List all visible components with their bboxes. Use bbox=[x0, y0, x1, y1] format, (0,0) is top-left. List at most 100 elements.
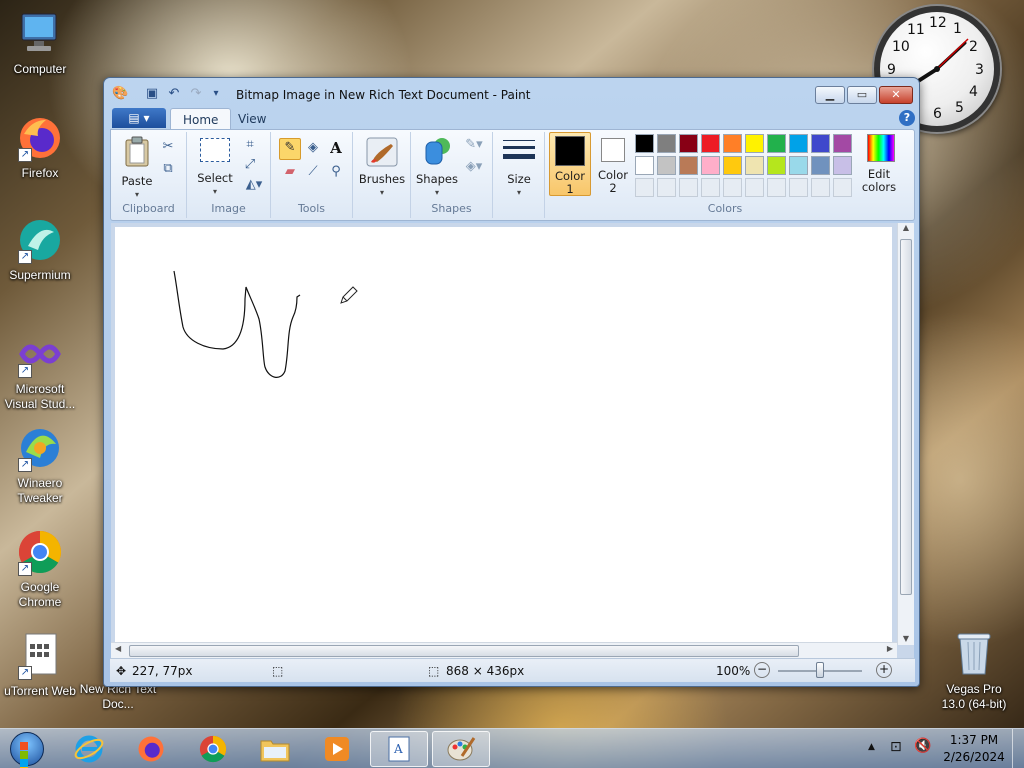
scroll-up-icon[interactable]: ▲ bbox=[898, 223, 914, 237]
palette-swatch[interactable] bbox=[767, 134, 786, 153]
outline-icon[interactable]: ✎▾ bbox=[461, 136, 487, 154]
paint-window[interactable]: 🎨 ▣ ↶ ↷ ▾ Bitmap Image in New Rich Text … bbox=[103, 77, 920, 687]
zoom-slider-thumb[interactable] bbox=[816, 662, 824, 678]
shapes-button[interactable]: Shapes ▾ bbox=[413, 136, 461, 199]
zoom-out-button[interactable]: − bbox=[754, 662, 770, 678]
drawing-canvas[interactable] bbox=[115, 227, 892, 645]
vertical-scrollbar[interactable]: ▲ ▼ bbox=[897, 223, 914, 645]
copy-icon[interactable]: ⧉ bbox=[159, 160, 177, 178]
network-icon[interactable]: ⊡ bbox=[890, 739, 902, 755]
palette-swatch[interactable] bbox=[635, 156, 654, 175]
vertical-scroll-thumb[interactable] bbox=[900, 239, 912, 595]
horizontal-scrollbar[interactable]: ◀ ▶ bbox=[111, 642, 897, 659]
tab-view[interactable]: View bbox=[226, 108, 278, 130]
clock-date[interactable]: 2/26/2024 bbox=[940, 750, 1008, 764]
taskbar-chrome[interactable] bbox=[184, 731, 242, 767]
redo-icon[interactable]: ↷ bbox=[188, 86, 204, 102]
resize-icon[interactable]: ⤢ bbox=[241, 156, 259, 174]
custom-color-slot[interactable] bbox=[635, 178, 654, 197]
clock-time[interactable]: 1:37 PM bbox=[944, 733, 1004, 747]
taskbar-wordpad[interactable]: A bbox=[370, 731, 428, 767]
paste-button[interactable]: Paste ▾ bbox=[117, 136, 157, 201]
magnifier-icon[interactable]: ⚲ bbox=[327, 163, 345, 181]
close-button[interactable]: ✕ bbox=[879, 86, 913, 104]
cut-icon[interactable]: ✂ bbox=[159, 138, 177, 156]
crop-icon[interactable]: ⌗ bbox=[241, 136, 259, 154]
palette-swatch[interactable] bbox=[657, 156, 676, 175]
color1-button[interactable]: Color 1 bbox=[549, 132, 591, 196]
palette-swatch[interactable] bbox=[833, 156, 852, 175]
color-picker-icon[interactable]: ⟋ bbox=[304, 163, 322, 181]
palette-swatch[interactable] bbox=[635, 134, 654, 153]
custom-color-slot[interactable] bbox=[723, 178, 742, 197]
title-bar[interactable]: 🎨 ▣ ↶ ↷ ▾ Bitmap Image in New Rich Text … bbox=[104, 78, 919, 108]
show-desktop-button[interactable] bbox=[1012, 729, 1024, 768]
desktop-icon-supermium[interactable]: ↗ Supermium bbox=[0, 216, 80, 283]
fill-icon[interactable]: ◈ bbox=[304, 139, 322, 157]
scroll-down-icon[interactable]: ▼ bbox=[898, 634, 914, 643]
paint-app-icon[interactable]: 🎨 bbox=[112, 86, 128, 102]
save-icon[interactable]: ▣ bbox=[144, 86, 160, 102]
palette-swatch[interactable] bbox=[789, 156, 808, 175]
custom-color-slot[interactable] bbox=[657, 178, 676, 197]
size-button[interactable]: Size ▾ bbox=[499, 136, 539, 199]
desktop-icon-utorrent[interactable]: ↗ uTorrent Web bbox=[0, 632, 80, 699]
select-button[interactable]: Select ▾ bbox=[195, 136, 235, 198]
rotate-icon[interactable]: ◭▾ bbox=[241, 176, 267, 194]
palette-swatch[interactable] bbox=[679, 156, 698, 175]
tab-home[interactable]: Home bbox=[170, 108, 232, 130]
desktop-icon-firefox[interactable]: ↗ Firefox bbox=[0, 114, 80, 181]
desktop-icon-recycle-bin[interactable] bbox=[934, 630, 1014, 680]
horizontal-scroll-thumb[interactable] bbox=[129, 645, 799, 657]
desktop-icon-vegas-pro[interactable]: Vegas Pro 13.0 (64-bit) bbox=[934, 682, 1014, 712]
palette-swatch[interactable] bbox=[811, 156, 830, 175]
palette-swatch[interactable] bbox=[657, 134, 676, 153]
taskbar-paint[interactable] bbox=[432, 731, 490, 767]
palette-swatch[interactable] bbox=[789, 134, 808, 153]
edit-colors-button[interactable]: Edit colors bbox=[859, 134, 903, 194]
custom-color-slot[interactable] bbox=[701, 178, 720, 197]
show-hidden-icons-button[interactable]: ▲ bbox=[868, 742, 875, 752]
eraser-icon[interactable]: ▰ bbox=[281, 163, 299, 181]
scroll-right-icon[interactable]: ▶ bbox=[887, 644, 893, 653]
palette-swatch[interactable] bbox=[723, 156, 742, 175]
palette-swatch[interactable] bbox=[745, 156, 764, 175]
taskbar-media-player[interactable] bbox=[308, 731, 366, 767]
shape-fill-icon[interactable]: ◈▾ bbox=[461, 158, 487, 176]
palette-swatch[interactable] bbox=[811, 134, 830, 153]
custom-color-slot[interactable] bbox=[833, 178, 852, 197]
desktop-icon-computer[interactable]: Computer bbox=[0, 10, 80, 77]
desktop-icon-visual-studio[interactable]: ↗ Microsoft Visual Stud... bbox=[0, 330, 80, 412]
undo-icon[interactable]: ↶ bbox=[166, 86, 182, 102]
help-icon[interactable]: ? bbox=[899, 110, 915, 126]
palette-swatch[interactable] bbox=[723, 134, 742, 153]
custom-color-slot[interactable] bbox=[679, 178, 698, 197]
pencil-icon[interactable]: ✎ bbox=[279, 138, 301, 160]
volume-muted-icon[interactable]: 🔇 bbox=[914, 738, 931, 754]
palette-swatch[interactable] bbox=[745, 134, 764, 153]
minimize-button[interactable]: ▁ bbox=[815, 86, 845, 104]
taskbar-internet-explorer[interactable] bbox=[60, 731, 118, 767]
scroll-left-icon[interactable]: ◀ bbox=[115, 644, 121, 653]
custom-color-slot[interactable] bbox=[745, 178, 764, 197]
start-button[interactable] bbox=[0, 731, 54, 768]
custom-color-slot[interactable] bbox=[811, 178, 830, 197]
palette-swatch[interactable] bbox=[701, 134, 720, 153]
custom-color-slot[interactable] bbox=[767, 178, 786, 197]
brushes-button[interactable]: Brushes ▾ bbox=[357, 136, 407, 199]
paint-menu-button[interactable]: ▤ ▾ bbox=[112, 108, 166, 128]
desktop-icon-winaero[interactable]: ↗ Winaero Tweaker bbox=[0, 424, 80, 506]
palette-swatch[interactable] bbox=[701, 156, 720, 175]
desktop-icon-chrome[interactable]: ↗ Google Chrome bbox=[0, 528, 80, 610]
text-icon[interactable]: A bbox=[327, 139, 345, 157]
taskbar-firefox[interactable] bbox=[122, 731, 180, 767]
customize-quick-access-icon[interactable]: ▾ bbox=[208, 86, 224, 102]
zoom-in-button[interactable]: + bbox=[876, 662, 892, 678]
color2-button[interactable]: Color 2 bbox=[593, 132, 633, 196]
palette-swatch[interactable] bbox=[833, 134, 852, 153]
palette-swatch[interactable] bbox=[767, 156, 786, 175]
palette-swatch[interactable] bbox=[679, 134, 698, 153]
taskbar-file-explorer[interactable] bbox=[246, 731, 304, 767]
maximize-button[interactable]: ▭ bbox=[847, 86, 877, 104]
custom-color-slot[interactable] bbox=[789, 178, 808, 197]
